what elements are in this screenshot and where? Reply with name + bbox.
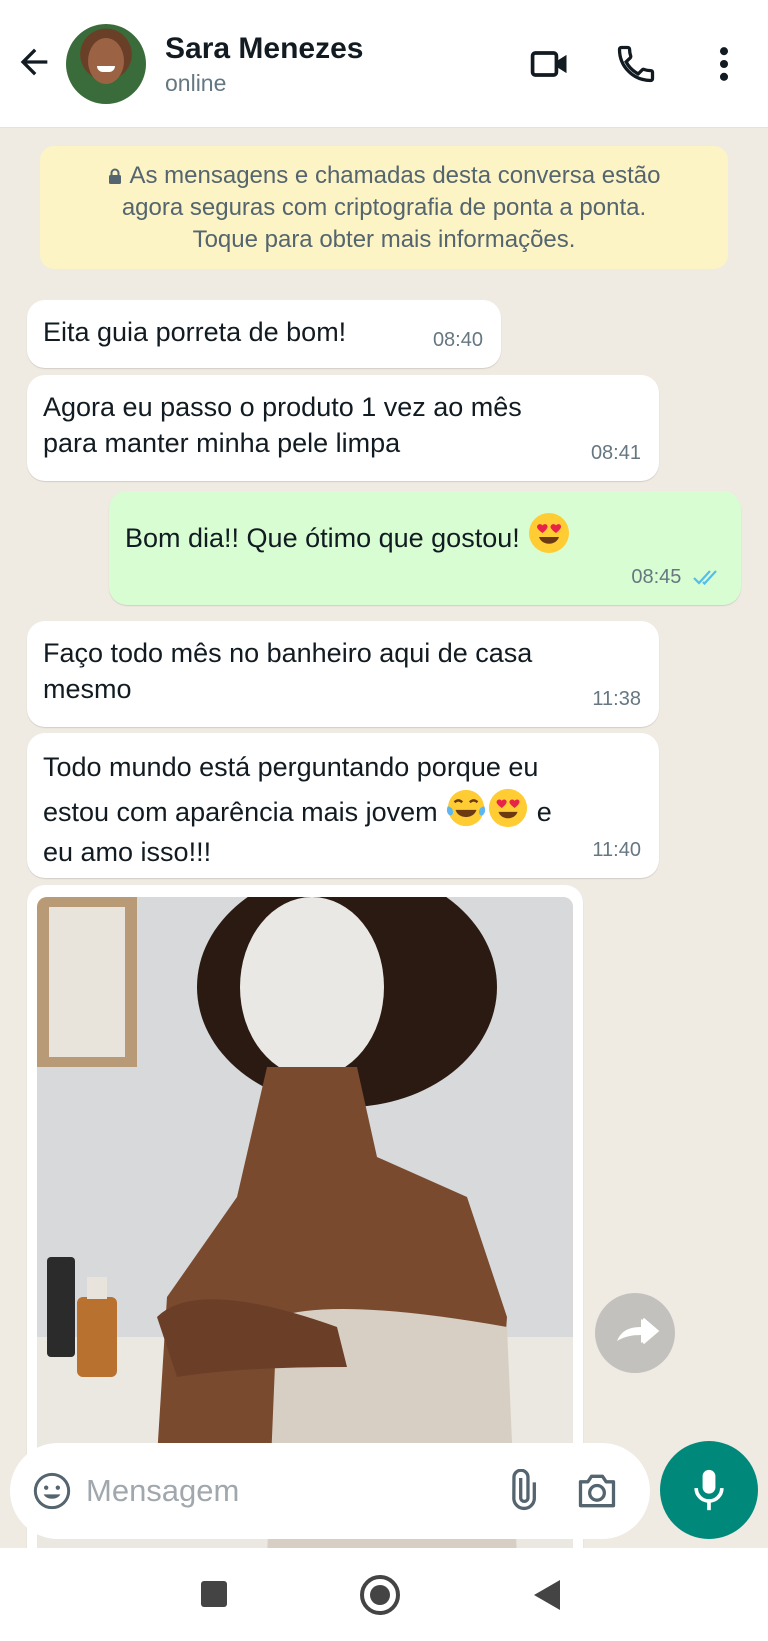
forward-button[interactable] xyxy=(595,1293,675,1373)
chat-area[interactable]: As mensagens e chamadas desta conversa e… xyxy=(0,128,768,1548)
notice-line: As mensagens e chamadas desta conversa e… xyxy=(129,162,661,189)
message-text: eu amo isso!!! xyxy=(43,837,212,867)
incoming-message[interactable]: Agora eu passo o produto 1 vez ao mês pa… xyxy=(27,375,659,481)
incoming-message[interactable]: Eita guia porreta de bom! 08:40 xyxy=(27,300,501,368)
more-vert-icon[interactable] xyxy=(702,42,746,86)
notice-line: Toque para obter mais informações. xyxy=(192,226,576,253)
video-call-icon[interactable] xyxy=(528,42,572,86)
forward-icon xyxy=(617,1317,660,1345)
attach-icon[interactable] xyxy=(500,1469,544,1513)
heart-eyes-emoji-icon xyxy=(529,513,570,553)
phone-icon[interactable] xyxy=(614,42,658,86)
nav-back-icon[interactable] xyxy=(530,1578,564,1612)
message-time: 11:40 xyxy=(592,839,641,861)
outgoing-message[interactable]: Bom dia!! Que ótimo que gostou! 08:45 xyxy=(109,491,741,605)
message-text: Bom dia!! Que ótimo que gostou! xyxy=(125,523,520,553)
lock-icon xyxy=(108,168,121,184)
mic-button[interactable] xyxy=(660,1441,758,1539)
avatar[interactable] xyxy=(66,24,146,104)
back-arrow-icon[interactable] xyxy=(14,42,54,82)
heart-eyes-emoji-icon xyxy=(489,788,528,828)
camera-icon[interactable] xyxy=(575,1469,619,1513)
emoji-icon[interactable] xyxy=(32,1471,72,1511)
encryption-notice[interactable]: As mensagens e chamadas desta conversa e… xyxy=(40,146,728,269)
message-text: Todo mundo está perguntando porque eu xyxy=(43,752,539,782)
chat-header: Sara Menezes online xyxy=(0,0,768,128)
message-text: para manter minha pele limpa xyxy=(43,428,401,458)
nav-square-icon[interactable] xyxy=(198,1578,230,1610)
contact-name[interactable]: Sara Menezes xyxy=(165,32,363,66)
message-text: Agora eu passo o produto 1 vez ao mês xyxy=(43,392,522,422)
message-time: 08:40 xyxy=(432,329,483,351)
message-text: mesmo xyxy=(43,674,132,704)
system-nav-bar xyxy=(0,1548,768,1641)
mic-icon xyxy=(694,1469,724,1511)
notice-line: agora seguras com criptografia de ponta … xyxy=(121,194,647,221)
message-text: e xyxy=(536,797,552,827)
message-time: 08:45 xyxy=(631,559,723,595)
message-time: 08:41 xyxy=(590,442,641,464)
message-input[interactable]: Mensagem xyxy=(86,1473,239,1509)
message-text: estou com aparência mais jovem xyxy=(43,797,438,827)
contact-status: online xyxy=(165,70,227,96)
nav-home-icon[interactable] xyxy=(359,1574,401,1616)
incoming-message[interactable]: Todo mundo está perguntando porque eu es… xyxy=(27,733,659,878)
tears-of-joy-emoji-icon xyxy=(447,789,486,827)
message-text: Faço todo mês no banheiro aqui de casa xyxy=(43,638,533,668)
incoming-message[interactable]: Faço todo mês no banheiro aqui de casa m… xyxy=(27,621,659,727)
message-input-bar[interactable]: Mensagem xyxy=(10,1443,650,1539)
message-text: Eita guia porreta de bom! xyxy=(43,317,347,347)
message-time: 11:38 xyxy=(592,688,641,710)
read-ticks-icon xyxy=(693,570,717,586)
